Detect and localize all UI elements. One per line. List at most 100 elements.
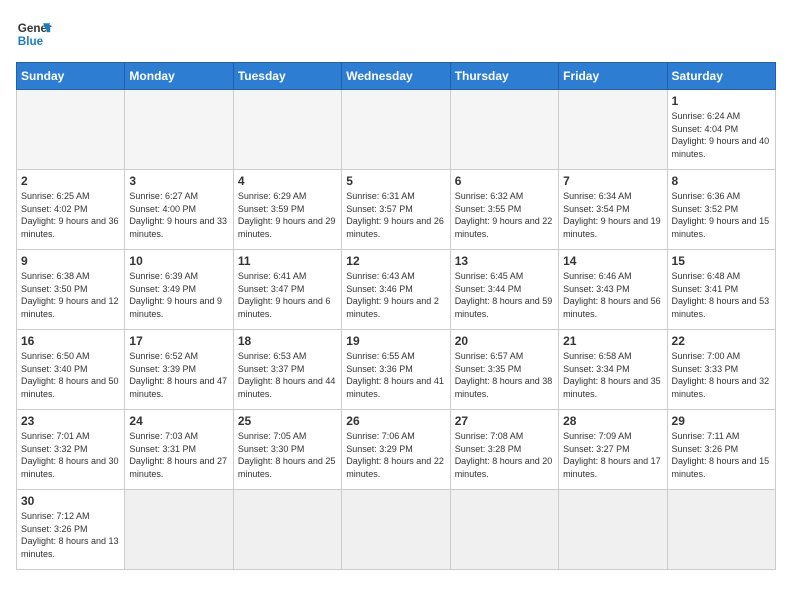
day-number: 27 [455,414,554,428]
day-number: 19 [346,334,445,348]
weekday-header-monday: Monday [125,63,233,90]
calendar-cell: 26 Sunrise: 7:06 AM Sunset: 3:29 PM Dayli… [342,410,450,490]
calendar-cell: 23 Sunrise: 7:01 AM Sunset: 3:32 PM Dayli… [17,410,125,490]
day-info: Sunrise: 6:57 AM Sunset: 3:35 PM Dayligh… [455,350,554,400]
calendar-cell [667,490,775,570]
logo: General Blue [16,16,56,52]
calendar-cell: 14Sunrise: 6:46 AM Sunset: 3:43 PM Dayli… [559,250,667,330]
day-number: 22 [672,334,771,348]
day-number: 15 [672,254,771,268]
header: General Blue [16,16,776,52]
calendar-cell [559,490,667,570]
calendar-cell [17,90,125,170]
calendar-cell: 24 Sunrise: 7:03 AM Sunset: 3:31 PM Dayli… [125,410,233,490]
day-number: 26 [346,414,445,428]
calendar-cell [233,90,341,170]
weekday-header-wednesday: Wednesday [342,63,450,90]
day-info: Sunrise: 7:03 AM Sunset: 3:31 PM Dayligh… [129,430,228,480]
weekday-header-thursday: Thursday [450,63,558,90]
day-number: 10 [129,254,228,268]
day-number: 14 [563,254,662,268]
calendar-cell: 3Sunrise: 6:27 AM Sunset: 4:00 PM Daylig… [125,170,233,250]
day-info: Sunrise: 6:53 AM Sunset: 3:37 PM Dayligh… [238,350,337,400]
calendar-cell: 7 Sunrise: 6:34 AM Sunset: 3:54 PM Daylig… [559,170,667,250]
day-number: 1 [672,94,771,108]
calendar-cell: 10 Sunrise: 6:39 AM Sunset: 3:49 PM Dayli… [125,250,233,330]
day-info: Sunrise: 7:11 AM Sunset: 3:26 PM Dayligh… [672,430,771,480]
day-number: 4 [238,174,337,188]
calendar-table: SundayMondayTuesdayWednesdayThursdayFrid… [16,62,776,570]
day-info: Sunrise: 7:08 AM Sunset: 3:28 PM Dayligh… [455,430,554,480]
calendar-cell [233,490,341,570]
day-info: Sunrise: 6:58 AM Sunset: 3:34 PM Dayligh… [563,350,662,400]
calendar-cell: 12 Sunrise: 6:43 AM Sunset: 3:46 PM Dayli… [342,250,450,330]
day-info: Sunrise: 6:32 AM Sunset: 3:55 PM Dayligh… [455,190,554,240]
day-number: 20 [455,334,554,348]
day-number: 29 [672,414,771,428]
day-number: 21 [563,334,662,348]
calendar-cell: 2 Sunrise: 6:25 AM Sunset: 4:02 PM Daylig… [17,170,125,250]
calendar-cell: 27 Sunrise: 7:08 AM Sunset: 3:28 PM Dayli… [450,410,558,490]
calendar-cell: 6Sunrise: 6:32 AM Sunset: 3:55 PM Daylig… [450,170,558,250]
day-number: 9 [21,254,120,268]
calendar-cell [559,90,667,170]
calendar-cell: 11 Sunrise: 6:41 AM Sunset: 3:47 PM Dayli… [233,250,341,330]
day-number: 24 [129,414,228,428]
day-info: Sunrise: 7:12 AM Sunset: 3:26 PM Dayligh… [21,510,120,560]
calendar-cell: 20 Sunrise: 6:57 AM Sunset: 3:35 PM Dayli… [450,330,558,410]
day-number: 11 [238,254,337,268]
calendar-cell: 28 Sunrise: 7:09 AM Sunset: 3:27 PM Dayli… [559,410,667,490]
day-info: Sunrise: 6:55 AM Sunset: 3:36 PM Dayligh… [346,350,445,400]
day-info: Sunrise: 7:06 AM Sunset: 3:29 PM Dayligh… [346,430,445,480]
calendar-cell: 21 Sunrise: 6:58 AM Sunset: 3:34 PM Dayli… [559,330,667,410]
calendar-cell: 30 Sunrise: 7:12 AM Sunset: 3:26 PM Dayli… [17,490,125,570]
weekday-header-tuesday: Tuesday [233,63,341,90]
day-number: 7 [563,174,662,188]
calendar-cell: 13 Sunrise: 6:45 AM Sunset: 3:44 PM Dayli… [450,250,558,330]
day-info: Sunrise: 6:39 AM Sunset: 3:49 PM Dayligh… [129,270,228,320]
day-info: Sunrise: 6:38 AM Sunset: 3:50 PM Dayligh… [21,270,120,320]
day-number: 2 [21,174,120,188]
day-info: Sunrise: 7:01 AM Sunset: 3:32 PM Dayligh… [21,430,120,480]
calendar-cell [125,90,233,170]
calendar-cell: 17 Sunrise: 6:52 AM Sunset: 3:39 PM Dayli… [125,330,233,410]
svg-text:Blue: Blue [18,35,44,48]
day-number: 17 [129,334,228,348]
calendar-cell: 25Sunrise: 7:05 AM Sunset: 3:30 PM Dayli… [233,410,341,490]
calendar-cell: 29 Sunrise: 7:11 AM Sunset: 3:26 PM Dayli… [667,410,775,490]
day-number: 16 [21,334,120,348]
day-info: Sunrise: 6:31 AM Sunset: 3:57 PM Dayligh… [346,190,445,240]
weekday-header-saturday: Saturday [667,63,775,90]
day-info: Sunrise: 6:45 AM Sunset: 3:44 PM Dayligh… [455,270,554,320]
calendar-cell: 18 Sunrise: 6:53 AM Sunset: 3:37 PM Dayli… [233,330,341,410]
calendar-cell: 1 Sunrise: 6:24 AM Sunset: 4:04 PM Daylig… [667,90,775,170]
day-number: 30 [21,494,120,508]
calendar-cell: 5 Sunrise: 6:31 AM Sunset: 3:57 PM Daylig… [342,170,450,250]
day-number: 12 [346,254,445,268]
weekday-header-sunday: Sunday [17,63,125,90]
calendar-cell: 22 Sunrise: 7:00 AM Sunset: 3:33 PM Dayli… [667,330,775,410]
calendar-cell: 15Sunrise: 6:48 AM Sunset: 3:41 PM Dayli… [667,250,775,330]
day-number: 5 [346,174,445,188]
day-number: 3 [129,174,228,188]
day-number: 23 [21,414,120,428]
day-info: Sunrise: 6:25 AM Sunset: 4:02 PM Dayligh… [21,190,120,240]
calendar-cell: 4Sunrise: 6:29 AM Sunset: 3:59 PM Daylig… [233,170,341,250]
calendar-cell [450,490,558,570]
day-info: Sunrise: 6:43 AM Sunset: 3:46 PM Dayligh… [346,270,445,320]
calendar-cell: 19 Sunrise: 6:55 AM Sunset: 3:36 PM Dayli… [342,330,450,410]
calendar-cell [125,490,233,570]
calendar-cell [450,90,558,170]
day-info: Sunrise: 6:52 AM Sunset: 3:39 PM Dayligh… [129,350,228,400]
day-number: 18 [238,334,337,348]
day-info: Sunrise: 7:09 AM Sunset: 3:27 PM Dayligh… [563,430,662,480]
calendar-cell: 9 Sunrise: 6:38 AM Sunset: 3:50 PM Daylig… [17,250,125,330]
logo-icon: General Blue [16,16,52,52]
day-number: 28 [563,414,662,428]
day-info: Sunrise: 6:34 AM Sunset: 3:54 PM Dayligh… [563,190,662,240]
day-info: Sunrise: 6:41 AM Sunset: 3:47 PM Dayligh… [238,270,337,320]
day-number: 13 [455,254,554,268]
day-info: Sunrise: 6:50 AM Sunset: 3:40 PM Dayligh… [21,350,120,400]
day-info: Sunrise: 7:00 AM Sunset: 3:33 PM Dayligh… [672,350,771,400]
day-info: Sunrise: 6:24 AM Sunset: 4:04 PM Dayligh… [672,110,771,160]
